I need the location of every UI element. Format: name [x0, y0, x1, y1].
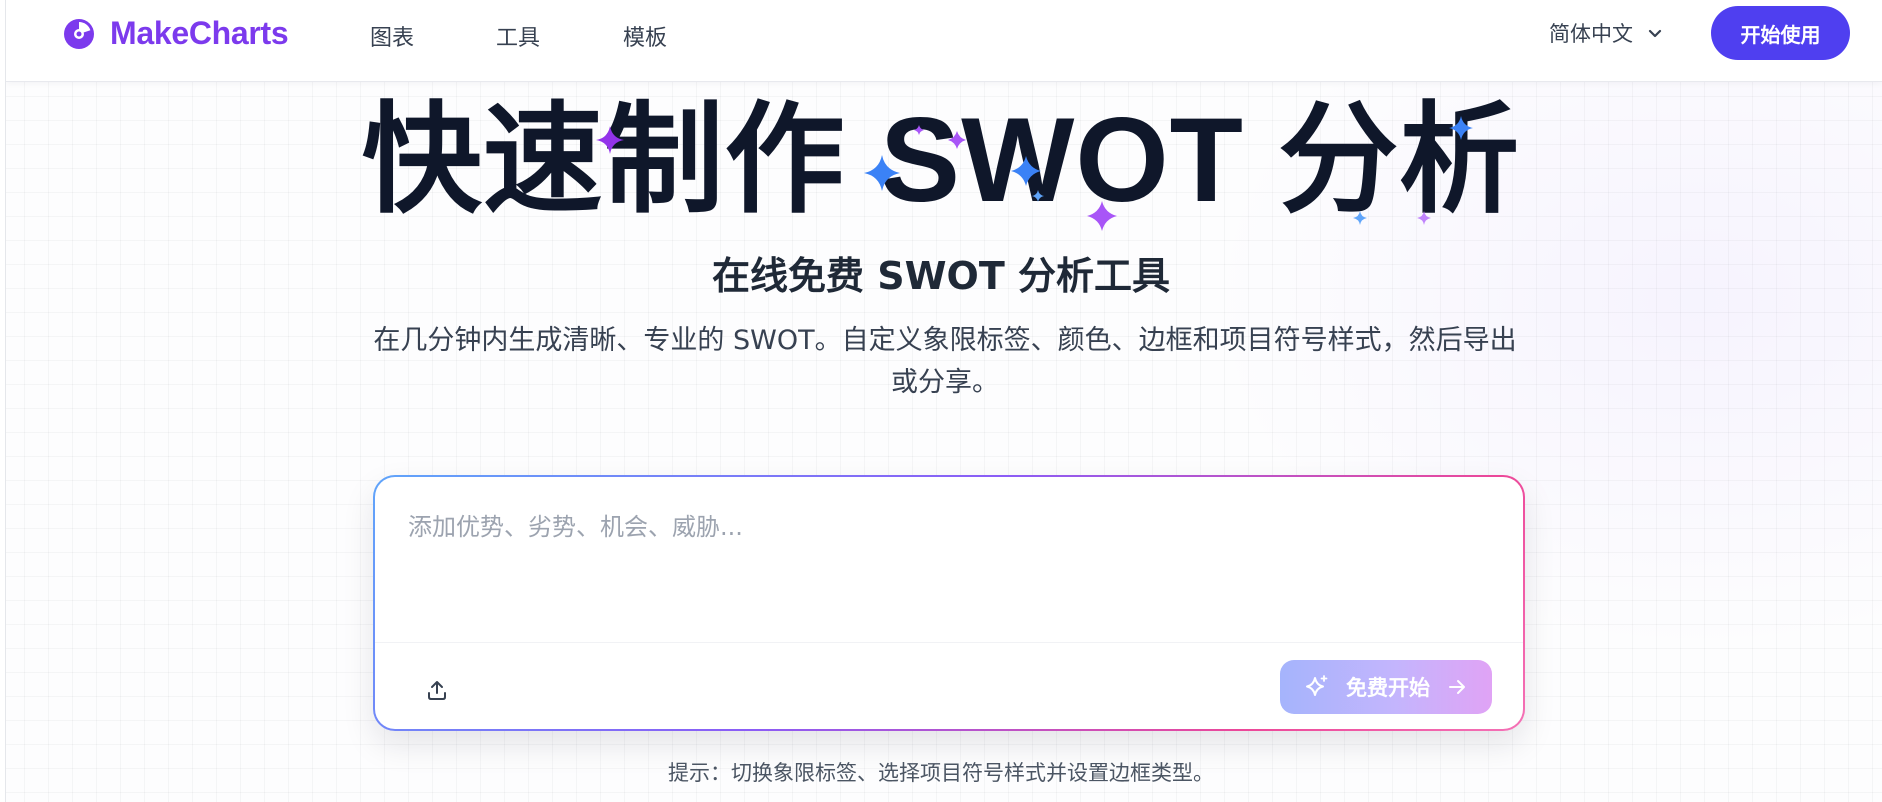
brand-logo[interactable]: MakeCharts [62, 15, 289, 52]
hint-text: 提示：切换象限标签、选择项目符号样式并设置边框类型。 [668, 761, 1214, 785]
language-label: 简体中文 [1549, 22, 1633, 46]
get-started-button[interactable]: 开始使用 [1711, 6, 1850, 60]
start-free-label: 免费开始 [1346, 676, 1430, 700]
window-edge [0, 0, 6, 802]
upload-icon [428, 681, 446, 700]
nav-link-tools[interactable]: 工具 [496, 20, 540, 52]
language-selector[interactable]: 简体中文 [1549, 18, 1663, 48]
chevron-down-icon [1648, 29, 1662, 38]
hero-description: 在几分钟内生成清晰、专业的 SWOT。自定义象限标签、颜色、边框和项目符号样式，… [373, 325, 1517, 398]
brand-name: MakeCharts [110, 15, 289, 51]
arrow-right-icon [1449, 680, 1465, 694]
hero-subtitle: 在线免费 SWOT 分析工具 [712, 254, 1170, 298]
logo-icon [64, 18, 94, 49]
nav-link-templates[interactable]: 模板 [623, 20, 667, 52]
swot-prompt-input[interactable] [375, 477, 1523, 642]
sparkle-icon [1306, 675, 1328, 696]
top-navigation-bar: MakeCharts 图表 工具 模板 简体中文 开始使用 [6, 0, 1882, 82]
prompt-card: 免费开始 [373, 475, 1525, 731]
upload-button[interactable] [423, 676, 451, 704]
prompt-card-body: 免费开始 [375, 477, 1523, 729]
start-free-button[interactable]: 免费开始 [1280, 660, 1492, 714]
nav-link-charts[interactable]: 图表 [370, 20, 414, 52]
page: MakeCharts 图表 工具 模板 简体中文 开始使用 快速制作 SWOT … [0, 0, 1882, 802]
hero-title: 快速制作 SWOT 分析 [361, 93, 1521, 227]
card-divider [375, 642, 1523, 643]
